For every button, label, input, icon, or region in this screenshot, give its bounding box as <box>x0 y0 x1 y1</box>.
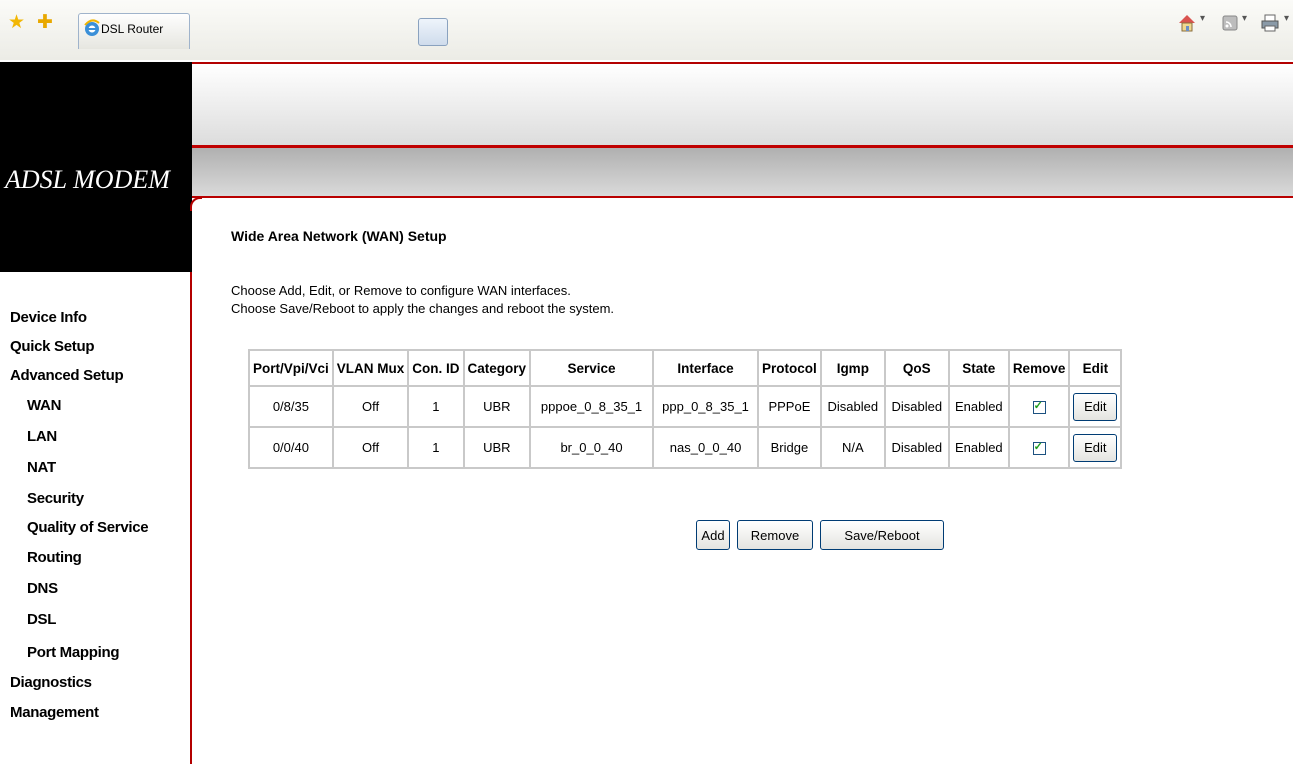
cell-edit: Edit <box>1068 385 1123 428</box>
feeds-icon[interactable] <box>1220 13 1240 33</box>
sidebar-item-port-mapping[interactable]: Port Mapping <box>27 644 120 661</box>
col-header-remove: Remove <box>1007 349 1071 387</box>
sidebar-item-advanced-setup[interactable]: Advanced Setup <box>10 367 124 384</box>
cell-category: UBR <box>462 385 532 428</box>
cell-con-id: 1 <box>407 426 465 469</box>
cell-remove <box>1007 385 1071 428</box>
remove-button[interactable]: Remove <box>737 520 813 550</box>
sidebar-item-security[interactable]: Security <box>27 490 84 507</box>
cell-service: br_0_0_40 <box>529 426 655 469</box>
cell-service: pppoe_0_8_35_1 <box>529 385 655 428</box>
cell-qos: Disabled <box>883 426 950 469</box>
col-header-con-id: Con. ID <box>407 349 465 387</box>
sidebar-item-quality-of-service[interactable]: Quality of Service <box>27 519 149 536</box>
ie-logo-icon <box>84 19 100 36</box>
page-title: Wide Area Network (WAN) Setup <box>231 228 447 244</box>
col-header-state: State <box>947 349 1010 387</box>
cell-state: Enabled <box>947 385 1010 428</box>
col-header-edit: Edit <box>1068 349 1123 387</box>
col-header-igmp: Igmp <box>819 349 886 387</box>
header-banner-lower <box>192 145 1293 198</box>
cell-qos: Disabled <box>883 385 950 428</box>
cell-interface: ppp_0_8_35_1 <box>652 385 760 428</box>
cell-port: 0/8/35 <box>248 385 334 428</box>
cell-remove <box>1007 426 1071 469</box>
cell-protocol: PPPoE <box>757 385 822 428</box>
cell-con-id: 1 <box>407 385 465 428</box>
sidebar-item-device-info[interactable]: Device Info <box>10 309 87 326</box>
cell-edit: Edit <box>1068 426 1123 469</box>
col-header-interface: Interface <box>652 349 760 387</box>
cell-vlan-mux: Off <box>331 426 410 469</box>
col-header-category: Category <box>462 349 532 387</box>
favorites-star-icon[interactable]: ★ <box>8 13 25 32</box>
col-header-qos: QoS <box>883 349 950 387</box>
sidebar-item-wan[interactable]: WAN <box>27 397 61 414</box>
browser-tab-active[interactable]: DSL Router <box>78 13 190 49</box>
table-row: 0/8/35 Off 1 UBR pppoe_0_8_35_1 ppp_0_8_… <box>248 385 1123 428</box>
table-row: 0/0/40 Off 1 UBR br_0_0_40 nas_0_0_40 Br… <box>248 426 1123 469</box>
logo-text: ADSL MODEM <box>5 165 170 194</box>
cell-vlan-mux: Off <box>331 385 410 428</box>
description-line-2: Choose Save/Reboot to apply the changes … <box>231 301 615 316</box>
table-header-row: Port/Vpi/Vci VLAN Mux Con. ID Category S… <box>248 349 1123 387</box>
cell-igmp: N/A <box>819 426 886 469</box>
edit-button[interactable]: Edit <box>1073 392 1118 421</box>
cell-igmp: Disabled <box>819 385 886 428</box>
col-header-protocol: Protocol <box>757 349 822 387</box>
cell-protocol: Bridge <box>757 426 822 469</box>
print-icon[interactable] <box>1260 13 1280 33</box>
sidebar-item-diagnostics[interactable]: Diagnostics <box>10 674 92 691</box>
remove-checkbox[interactable] <box>1032 440 1046 456</box>
feeds-dropdown-icon[interactable]: ▾ <box>1242 13 1247 24</box>
add-button[interactable]: Add <box>696 520 730 550</box>
add-favorite-icon[interactable]: ✚ <box>37 13 53 32</box>
cell-port: 0/0/40 <box>248 426 334 469</box>
home-icon[interactable] <box>1177 13 1197 33</box>
sidebar-item-dsl[interactable]: DSL <box>27 611 56 628</box>
sidebar-item-routing[interactable]: Routing <box>27 549 82 566</box>
save-reboot-button[interactable]: Save/Reboot <box>820 520 944 550</box>
browser-tab-title: DSL Router <box>101 22 164 36</box>
col-header-vlan-mux: VLAN Mux <box>331 349 410 387</box>
edit-button[interactable]: Edit <box>1073 433 1118 462</box>
col-header-service: Service <box>529 349 655 387</box>
print-dropdown-icon[interactable]: ▾ <box>1284 13 1289 24</box>
sidebar-item-lan[interactable]: LAN <box>27 428 57 445</box>
wan-table: Port/Vpi/Vci VLAN Mux Con. ID Category S… <box>248 349 1123 469</box>
header-banner <box>192 62 1293 146</box>
content-corner <box>190 197 202 211</box>
sidebar-item-management[interactable]: Management <box>10 704 99 721</box>
browser-toolbar: ★ ✚ DSL Router ▾ ▾ ▾ <box>0 0 1293 60</box>
cell-category: UBR <box>462 426 532 469</box>
remove-checkbox[interactable] <box>1032 399 1046 415</box>
new-tab-button[interactable] <box>418 18 448 46</box>
description-line-1: Choose Add, Edit, or Remove to configure… <box>231 283 571 298</box>
sidebar-item-nat[interactable]: NAT <box>27 459 56 476</box>
home-dropdown-icon[interactable]: ▾ <box>1200 13 1205 24</box>
cell-interface: nas_0_0_40 <box>652 426 760 469</box>
cell-state: Enabled <box>947 426 1010 469</box>
col-header-port: Port/Vpi/Vci <box>248 349 334 387</box>
sidebar-item-quick-setup[interactable]: Quick Setup <box>10 338 95 355</box>
sidebar-item-dns[interactable]: DNS <box>27 580 58 597</box>
logo-panel: ADSL MODEM <box>0 62 192 272</box>
